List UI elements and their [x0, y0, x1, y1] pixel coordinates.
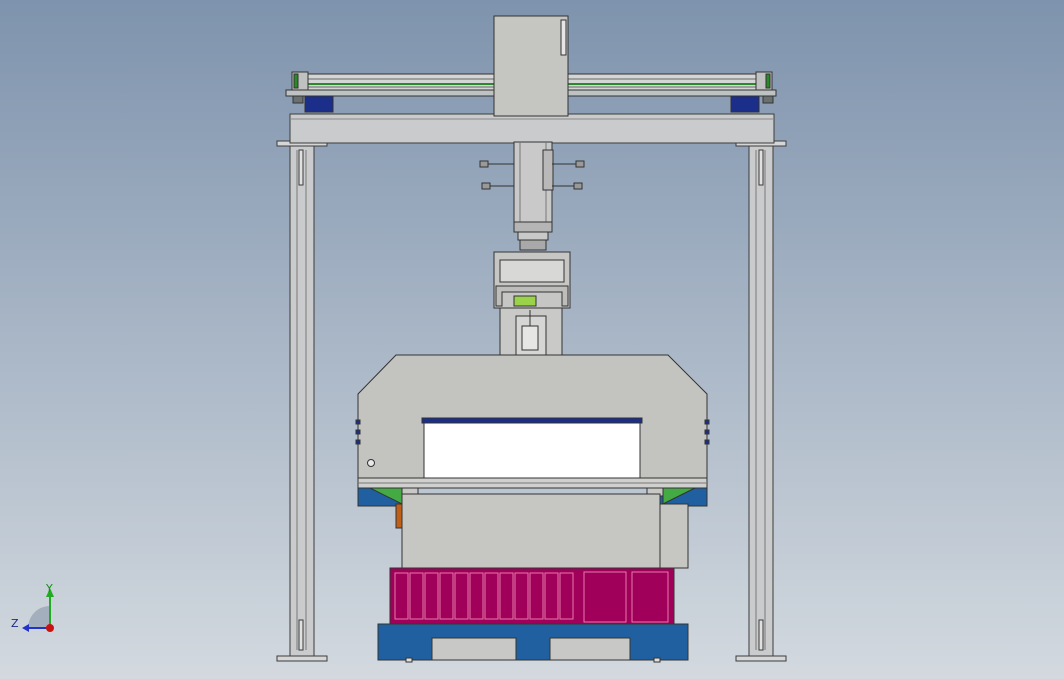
lower-housing: [401, 493, 689, 569]
gripper-head: [493, 251, 571, 365]
cad-viewport[interactable]: Y Z: [0, 0, 1064, 679]
axis-origin: [46, 624, 54, 632]
left-rail-motor: [304, 95, 334, 113]
top-cross-beam: [289, 113, 775, 144]
pallet-base: [377, 623, 689, 663]
gripper-green-pad: [513, 295, 537, 307]
left-column-base-plate: [276, 655, 328, 662]
right-column-slot-top: [758, 149, 764, 186]
axis-y-label: Y: [45, 582, 53, 595]
right-column-base-plate: [735, 655, 787, 662]
cad-drawing: Y Z: [0, 0, 1064, 679]
cavity-block: [389, 567, 675, 625]
machine-body: [355, 354, 710, 489]
right-column-slot-bottom: [758, 619, 764, 651]
left-column: [289, 142, 315, 658]
right-rail-motor: [730, 95, 760, 113]
navy-top-bar: [421, 417, 643, 424]
left-column-slot-top: [298, 149, 304, 186]
left-column-slot-bottom: [298, 619, 304, 651]
carriage-plate: [493, 15, 569, 117]
right-column: [748, 142, 774, 658]
axis-z-label: Z: [11, 617, 19, 630]
